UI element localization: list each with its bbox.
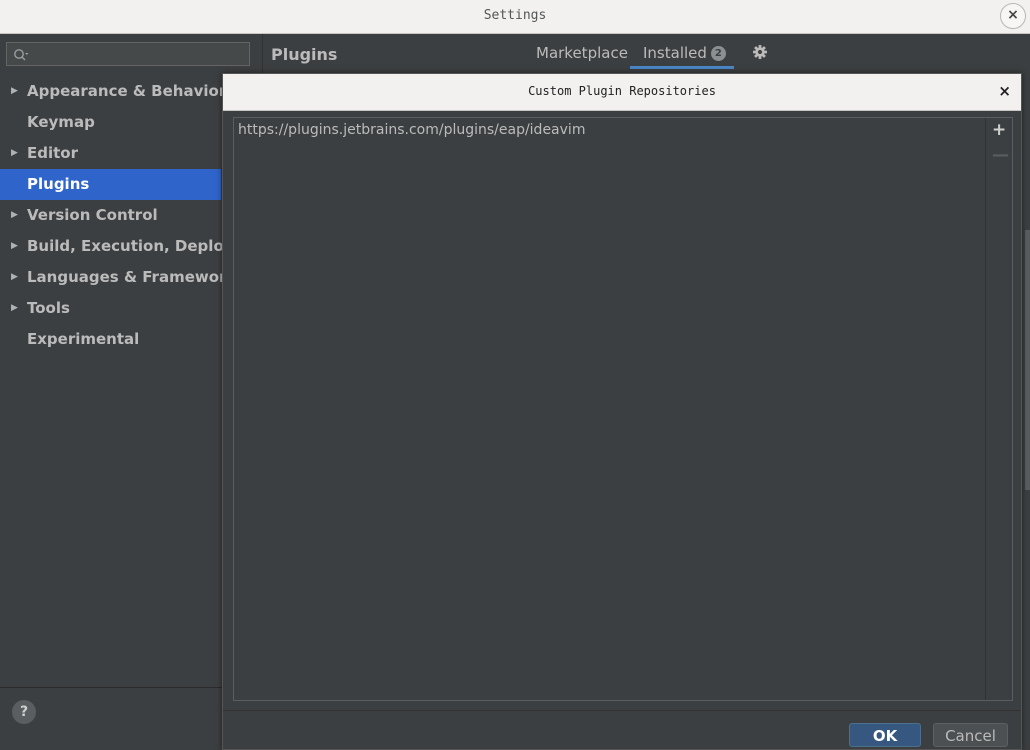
sidebar-item-label: Version Control xyxy=(27,206,158,224)
search-input[interactable] xyxy=(6,42,250,66)
remove-repository-button[interactable]: — xyxy=(992,145,1009,165)
expand-arrow-icon[interactable]: ▶ xyxy=(11,293,18,324)
window-title: Settings xyxy=(483,8,547,23)
repository-url[interactable]: https://plugins.jetbrains.com/plugins/ea… xyxy=(238,122,585,138)
list-toolbar: + — xyxy=(985,118,1012,700)
sidebar-item-label: Tools xyxy=(27,299,70,317)
tab-marketplace[interactable]: Marketplace xyxy=(536,44,628,62)
ok-button[interactable]: OK xyxy=(849,723,921,747)
expand-arrow-icon[interactable]: ▶ xyxy=(11,200,18,231)
sidebar-item-label: Plugins xyxy=(27,175,90,193)
sidebar-item-label: Appearance & Behavior xyxy=(27,82,227,100)
help-button[interactable]: ? xyxy=(12,700,36,724)
dialog-header: Custom Plugin Repositories × xyxy=(223,74,1021,111)
repository-list[interactable]: https://plugins.jetbrains.com/plugins/ea… xyxy=(233,117,1013,701)
installed-count-badge: 2 xyxy=(710,46,726,61)
dialog-title: Custom Plugin Repositories xyxy=(528,84,716,98)
page-title: Plugins xyxy=(271,45,338,64)
search-icon xyxy=(13,47,29,66)
sidebar-item-label: Experimental xyxy=(27,330,140,348)
cancel-button[interactable]: Cancel xyxy=(933,723,1008,747)
sidebar-item-label: Editor xyxy=(27,144,78,162)
sidebar-item-plugins[interactable]: Plugins xyxy=(0,169,221,200)
divider xyxy=(223,710,1021,711)
divider xyxy=(0,687,222,688)
gear-icon[interactable] xyxy=(752,44,768,64)
sidebar-item-label: Languages & Frameworks xyxy=(27,268,246,286)
window-close-button[interactable]: × xyxy=(1000,3,1026,29)
background-scrollbar[interactable] xyxy=(1025,230,1030,490)
add-repository-button[interactable]: + xyxy=(992,120,1006,140)
tab-label: Installed xyxy=(643,44,707,62)
dialog-close-button[interactable]: × xyxy=(998,82,1011,100)
expand-arrow-icon[interactable]: ▶ xyxy=(11,231,18,262)
active-tab-indicator xyxy=(630,66,734,69)
tab-installed[interactable]: Installed 2 xyxy=(643,44,726,62)
expand-arrow-icon[interactable]: ▶ xyxy=(11,76,18,107)
custom-plugin-repositories-dialog: Custom Plugin Repositories × https://plu… xyxy=(222,73,1022,750)
expand-arrow-icon[interactable]: ▶ xyxy=(11,262,18,293)
expand-arrow-icon[interactable]: ▶ xyxy=(11,138,18,169)
sidebar-item-label: Keymap xyxy=(27,113,95,131)
window-titlebar: Settings × xyxy=(0,0,1030,34)
plugins-header: Plugins Marketplace Installed 2 xyxy=(263,34,1030,75)
tab-label: Marketplace xyxy=(536,44,628,62)
